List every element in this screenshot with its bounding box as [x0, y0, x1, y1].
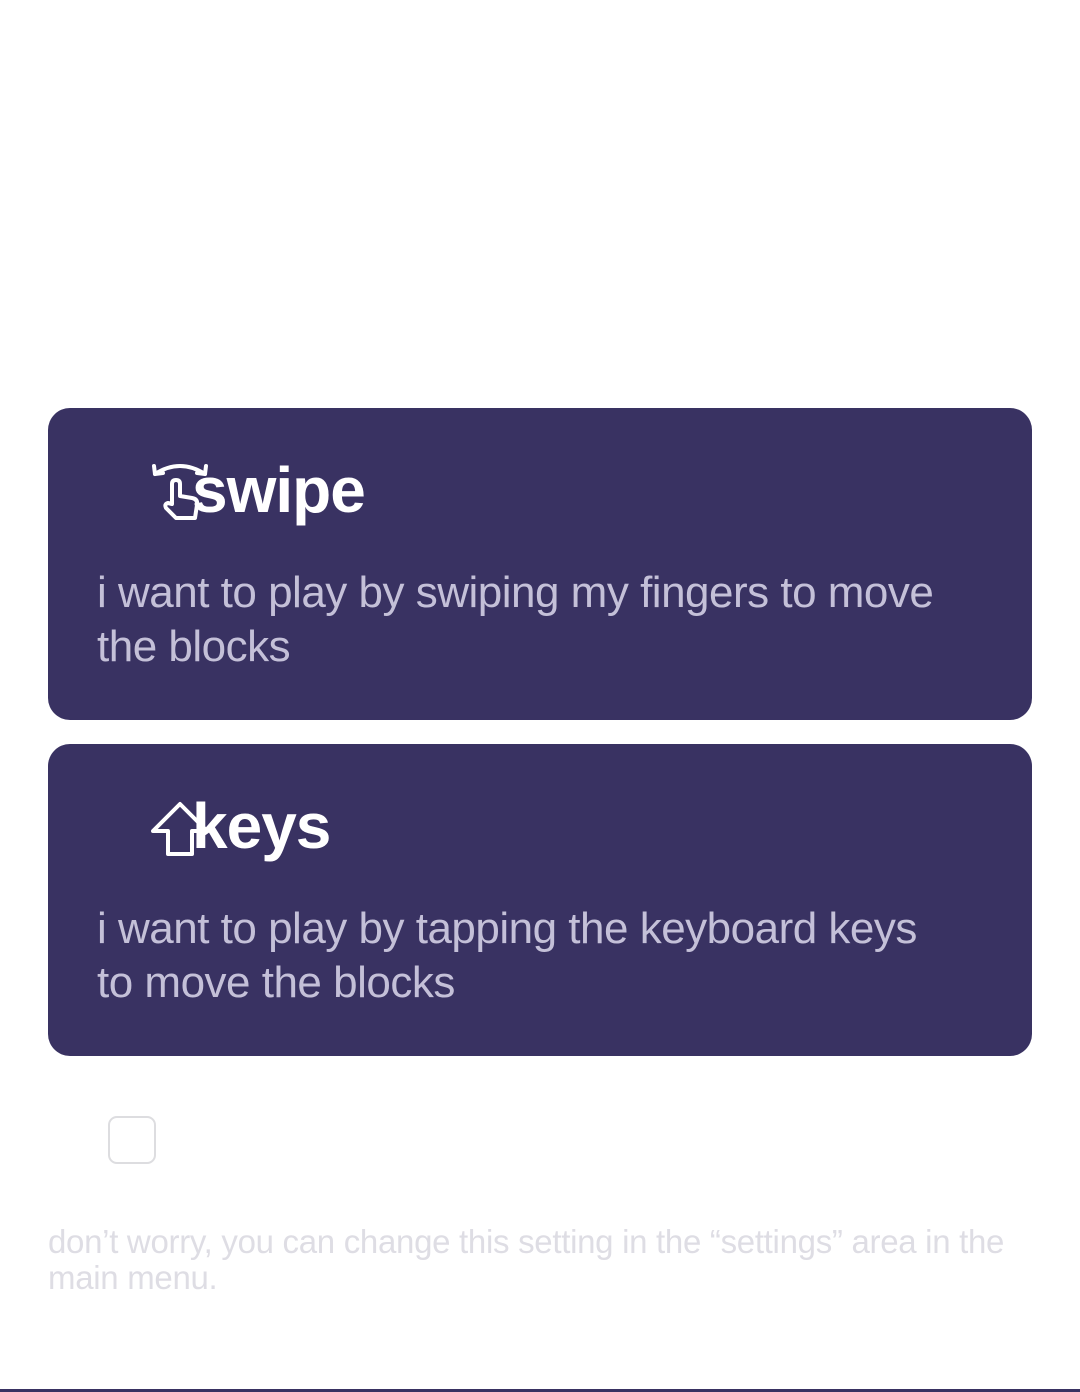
control-scheme-screen: swipe i want to play by swiping my finge… [0, 0, 1080, 1392]
swipe-option-title: swipe [192, 454, 366, 526]
keys-option-description: i want to play by tapping the keyboard k… [97, 904, 917, 1007]
keys-option-title: keys [192, 790, 331, 862]
keys-option-button[interactable]: keys i want to play by tapping the keybo… [48, 744, 1032, 1056]
remember-choice-checkbox[interactable] [108, 1116, 156, 1164]
swipe-option-button[interactable]: swipe i want to play by swiping my finge… [48, 408, 1032, 720]
swipe-option-description: i want to play by swiping my fingers to … [97, 568, 934, 671]
settings-hint-text: don’t worry, you can change this setting… [48, 1223, 1005, 1296]
